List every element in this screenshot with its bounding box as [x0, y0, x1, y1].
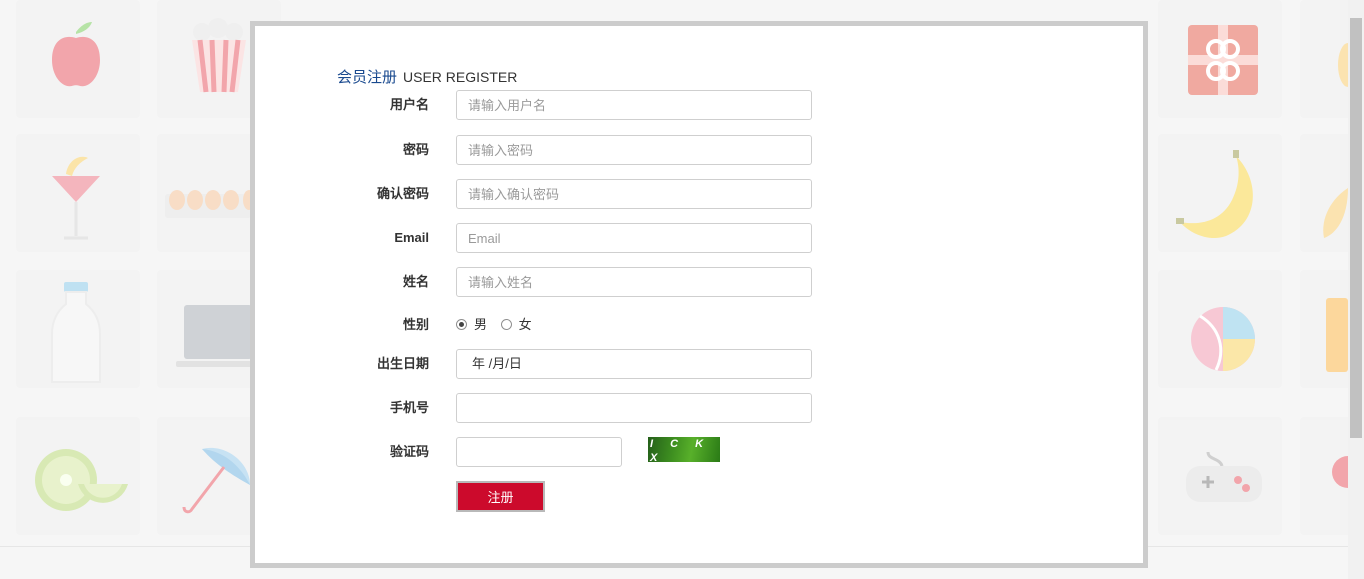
gender-male-radio[interactable] — [456, 319, 467, 330]
gender-row: 性别 男 女 — [255, 310, 855, 340]
apple-icon — [52, 22, 100, 87]
birthdate-row: 出生日期 年 /月/日 — [255, 349, 855, 379]
gender-radio-group: 男 女 — [456, 310, 542, 340]
confirm-password-label: 确认密码 — [376, 186, 429, 201]
gender-male-label[interactable]: 男 — [474, 317, 487, 332]
phone-input[interactable] — [456, 393, 812, 423]
form-title-cn: 会员注册 — [337, 69, 398, 86]
gender-female-radio[interactable] — [500, 319, 512, 330]
milk-bottle-icon — [51, 282, 101, 383]
popcorn-icon — [192, 18, 246, 93]
beach-ball-icon — [1191, 307, 1255, 371]
username-input[interactable] — [456, 90, 812, 120]
phone-label: 手机号 — [389, 400, 429, 415]
fruit-icon — [1323, 188, 1348, 238]
email-row: Email — [255, 223, 855, 253]
captcha-label: 验证码 — [389, 444, 429, 459]
scrollbar-thumb[interactable] — [1350, 18, 1362, 438]
laptop-icon — [176, 305, 252, 367]
captcha-image[interactable]: I C K X — [648, 437, 720, 464]
gender-label: 性别 — [402, 317, 429, 332]
password-row: 密码 — [255, 135, 855, 165]
kiwi-icon — [35, 449, 128, 511]
name-input[interactable] — [456, 267, 812, 297]
page-scrollbar[interactable] — [1348, 0, 1364, 579]
cocktail-icon — [52, 156, 100, 240]
email-input[interactable] — [456, 223, 812, 253]
phone-row: 手机号 — [255, 393, 855, 423]
username-row: 用户名 — [255, 90, 855, 120]
password-input[interactable] — [456, 135, 812, 165]
umbrella-icon — [182, 447, 250, 514]
gift-icon — [1188, 25, 1258, 95]
form-title-en: USER REGISTER — [403, 69, 518, 85]
gamepad-icon — [1186, 452, 1262, 502]
password-label: 密码 — [402, 142, 429, 157]
register-button[interactable]: 注册 — [456, 481, 545, 512]
banana-icon — [1176, 150, 1253, 239]
submit-row: 注册 — [255, 481, 855, 512]
register-dialog: 会员注册 USER REGISTER 用户名 密码 确认密码 Email 姓名 性… — [250, 21, 1148, 568]
eggs-icon — [165, 190, 251, 218]
confirm-password-row: 确认密码 — [255, 179, 855, 209]
gender-female-label[interactable]: 女 — [519, 317, 532, 332]
fruit-icon — [1332, 456, 1348, 488]
juice-box-icon — [1326, 298, 1348, 372]
birthdate-input[interactable]: 年 /月/日 — [456, 349, 812, 379]
fruit-icon — [1338, 43, 1348, 87]
birthdate-label: 出生日期 — [376, 356, 429, 371]
captcha-row: 验证码 I C K X — [255, 437, 855, 467]
confirm-password-input[interactable] — [456, 179, 812, 209]
username-label: 用户名 — [389, 97, 429, 112]
name-label: 姓名 — [402, 274, 429, 289]
form-title: 会员注册 USER REGISTER — [337, 66, 517, 87]
name-row: 姓名 — [255, 267, 855, 297]
email-label: Email — [394, 230, 429, 245]
captcha-input[interactable] — [456, 437, 622, 467]
